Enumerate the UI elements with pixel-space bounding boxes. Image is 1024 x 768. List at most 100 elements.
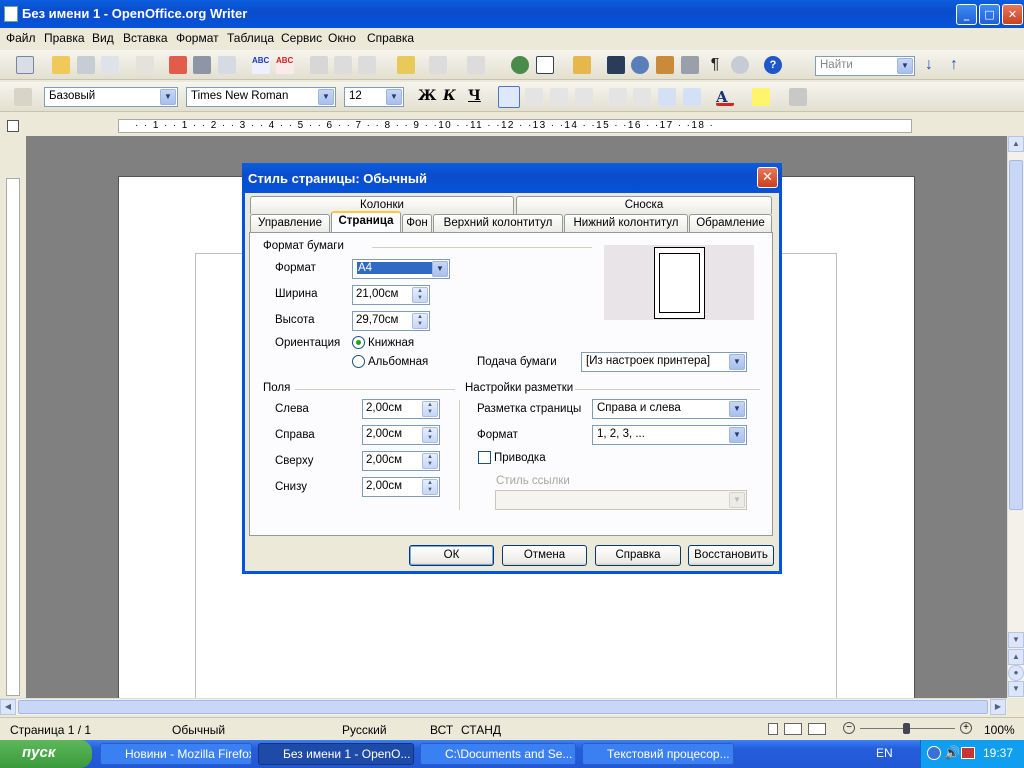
selection-mode-indicator[interactable]: СТАНД xyxy=(461,723,501,737)
menu-format[interactable]: Формат xyxy=(176,31,219,45)
horizontal-scroll-thumb[interactable] xyxy=(18,700,988,714)
window-title-bar[interactable]: Без имени 1 - OpenOffice.org Writer _ □ … xyxy=(0,0,1024,28)
multi-page-view-icon[interactable] xyxy=(784,723,802,735)
paragraph-style-select[interactable]: Базовый ▼ xyxy=(44,87,178,107)
ok-button[interactable]: ОК xyxy=(409,545,494,566)
margin-bottom-spinner-icon[interactable]: ▲ ▼ xyxy=(422,479,438,495)
language-bar[interactable]: EN xyxy=(876,746,893,760)
font-size-select[interactable]: 12 ▼ xyxy=(344,87,404,107)
zoom-in-icon[interactable]: + xyxy=(960,722,972,734)
numbering-format-dropdown-icon[interactable]: ▼ xyxy=(729,427,745,443)
autospellcheck-icon[interactable]: ABC xyxy=(276,56,294,74)
numbering-icon[interactable] xyxy=(609,88,627,106)
align-right-icon[interactable] xyxy=(550,88,568,106)
zoom-out-icon[interactable]: − xyxy=(843,722,855,734)
landscape-label[interactable]: Альбомная xyxy=(368,356,428,368)
start-button[interactable]: пуск xyxy=(0,740,92,768)
horizontal-scrollbar[interactable]: ◀ ▶ xyxy=(0,698,1007,715)
formatting-marks-icon[interactable]: ¶ xyxy=(706,56,724,74)
volume-icon[interactable]: 🔊 xyxy=(944,745,960,761)
background-color-icon[interactable] xyxy=(789,88,807,106)
taskbar-word[interactable]: Текстовий процесор... xyxy=(582,743,734,765)
menu-window[interactable]: Окно xyxy=(328,31,356,45)
menu-edit[interactable]: Правка xyxy=(44,31,85,45)
margin-top-spinner-icon[interactable]: ▲ ▼ xyxy=(422,453,438,469)
dialog-title[interactable]: Стиль страницы: Обычный xyxy=(242,163,782,193)
increase-indent-icon[interactable] xyxy=(683,88,701,106)
clock[interactable]: 19:37 xyxy=(983,746,1013,760)
redo-icon[interactable] xyxy=(467,56,485,74)
styles-formatting-icon[interactable] xyxy=(14,88,32,106)
register-true-checkbox[interactable] xyxy=(478,451,491,464)
tab-page[interactable]: Страница xyxy=(331,211,401,232)
horizontal-ruler[interactable]: · · 1 · · 1 · · 2 · · 3 · · 4 · · 5 · · … xyxy=(118,119,912,133)
find-dropdown-icon[interactable]: ▼ xyxy=(897,58,913,74)
new-document-icon[interactable] xyxy=(16,56,34,74)
data-sources-icon[interactable] xyxy=(681,56,699,74)
portrait-radio[interactable] xyxy=(352,336,365,349)
previous-page-icon[interactable]: ▲ xyxy=(1008,649,1024,665)
page-layout-dropdown-icon[interactable]: ▼ xyxy=(729,401,745,417)
bold-button[interactable]: Ж xyxy=(418,88,436,104)
help-button[interactable]: Справка xyxy=(595,545,681,566)
font-color-icon[interactable]: A xyxy=(716,88,734,106)
menu-tools[interactable]: Сервис xyxy=(281,31,322,45)
gallery-icon[interactable] xyxy=(656,56,674,74)
margin-left-field[interactable]: 2,00см ▲ ▼ xyxy=(362,399,440,419)
style-dropdown-icon[interactable]: ▼ xyxy=(160,89,176,105)
paper-tray-dropdown-icon[interactable]: ▼ xyxy=(729,354,745,370)
scroll-left-icon[interactable]: ◀ xyxy=(0,699,16,715)
scroll-down-icon[interactable]: ▼ xyxy=(1008,632,1024,648)
bullets-icon[interactable] xyxy=(633,88,651,106)
underline-button[interactable]: Ч xyxy=(468,88,481,104)
zoom-slider-thumb[interactable] xyxy=(903,723,910,734)
navigator-icon[interactable] xyxy=(631,56,649,74)
edit-file-icon[interactable] xyxy=(136,56,154,74)
maximize-button[interactable]: □ xyxy=(979,4,1000,25)
align-left-icon[interactable] xyxy=(498,86,520,108)
language-indicator[interactable]: Русский xyxy=(342,723,387,737)
menu-insert[interactable]: Вставка xyxy=(123,31,168,45)
tab-stop-selector[interactable] xyxy=(7,120,19,132)
paste-icon[interactable] xyxy=(358,56,376,74)
width-spinner-icon[interactable]: ▲ ▼ xyxy=(412,287,428,303)
menu-help[interactable]: Справка xyxy=(367,31,414,45)
margin-top-field[interactable]: 2,00см ▲ ▼ xyxy=(362,451,440,471)
height-spinner-icon[interactable]: ▲ ▼ xyxy=(412,313,428,329)
minimize-button[interactable]: _ xyxy=(956,4,977,25)
margin-left-spinner-icon[interactable]: ▲ ▼ xyxy=(422,401,438,417)
flag-icon[interactable] xyxy=(961,747,975,759)
register-true-label[interactable]: Приводка xyxy=(494,452,546,464)
menu-file[interactable]: Файл xyxy=(6,31,36,45)
open-folder-icon[interactable] xyxy=(52,56,70,74)
format-paintbrush-icon[interactable] xyxy=(397,56,415,74)
size-dropdown-icon[interactable]: ▼ xyxy=(386,89,402,105)
taskbar-firefox[interactable]: Новини - Mozilla Firefox xyxy=(100,743,252,765)
export-pdf-icon[interactable] xyxy=(169,56,187,74)
zoom-icon[interactable] xyxy=(731,56,749,74)
zoom-percent[interactable]: 100% xyxy=(984,723,1015,737)
cancel-button[interactable]: Отмена xyxy=(502,545,587,566)
page-style-indicator[interactable]: Обычный xyxy=(172,723,225,737)
height-field[interactable]: 29,70см ▲ ▼ xyxy=(352,311,430,331)
reset-button[interactable]: Восстановить xyxy=(688,545,774,566)
cut-icon[interactable] xyxy=(310,56,328,74)
italic-button[interactable]: К xyxy=(443,88,456,104)
navigation-icon[interactable]: ● xyxy=(1008,665,1024,681)
find-replace-icon[interactable] xyxy=(607,56,625,74)
tab-header[interactable]: Верхний колонтитул xyxy=(433,214,563,232)
hyperlink-icon[interactable] xyxy=(511,56,529,74)
numbering-format-select[interactable]: 1, 2, 3, ... ▼ xyxy=(592,425,747,445)
vertical-scroll-thumb[interactable] xyxy=(1009,160,1023,510)
highlight-icon[interactable] xyxy=(752,88,770,106)
width-field[interactable]: 21,00см ▲ ▼ xyxy=(352,285,430,305)
justify-icon[interactable] xyxy=(575,88,593,106)
print-icon[interactable] xyxy=(193,56,211,74)
tab-footnote[interactable]: Сноска xyxy=(516,196,772,214)
menu-table[interactable]: Таблица xyxy=(227,31,274,45)
email-icon[interactable] xyxy=(101,56,119,74)
insert-mode-indicator[interactable]: ВСТ xyxy=(430,723,453,737)
tab-footer[interactable]: Нижний колонтитул xyxy=(564,214,688,232)
menu-view[interactable]: Вид xyxy=(92,31,114,45)
find-previous-icon[interactable]: ↑ xyxy=(945,56,963,74)
